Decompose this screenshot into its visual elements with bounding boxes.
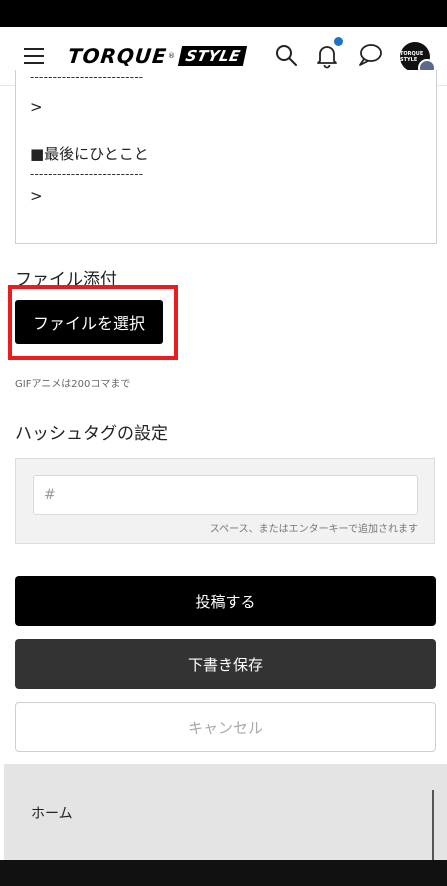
editor-line: > <box>30 98 43 116</box>
search-icon[interactable] <box>274 43 298 71</box>
choose-file-button[interactable]: ファイルを選択 <box>15 300 163 344</box>
editor-line: > <box>30 187 43 205</box>
bell-icon[interactable] <box>315 43 339 73</box>
logo-registered-mark: ® <box>167 52 175 60</box>
system-nav-bar <box>0 860 447 886</box>
chat-icon[interactable] <box>357 43 383 71</box>
footer-nav: ホーム <box>4 764 447 860</box>
logo-style-text: STYLE <box>177 46 248 66</box>
torque-style-logo[interactable]: TORQUE ® STYLE <box>66 40 248 72</box>
notification-dot <box>334 37 343 46</box>
status-bar <box>0 0 447 27</box>
hashtag-input[interactable] <box>33 475 418 515</box>
divider-line: ------------------------- <box>30 70 144 84</box>
hashtag-help-text: スペース、またはエンターキーで追加されます <box>209 524 418 535</box>
hashtag-settings-label: ハッシュタグの設定 <box>15 424 168 444</box>
body-text-editor[interactable]: ------------------------- > ■最後にひとこと ---… <box>15 70 437 244</box>
post-button[interactable]: 投稿する <box>15 576 436 626</box>
hashtag-panel: スペース、またはエンターキーで追加されます <box>15 458 435 544</box>
divider-line: ------------------------- <box>30 167 144 181</box>
gif-limit-hint: GIFアニメは200コマまで <box>15 379 131 390</box>
cancel-button[interactable]: キャンセル <box>15 702 436 752</box>
hamburger-menu-icon[interactable] <box>24 46 44 64</box>
logo-torque-text: TORQUE <box>66 44 169 68</box>
footer-home-link[interactable]: ホーム <box>31 803 73 823</box>
save-draft-button[interactable]: 下書き保存 <box>15 639 436 689</box>
scrollbar[interactable] <box>432 790 434 860</box>
editor-line: ■最後にひとこと <box>30 145 149 163</box>
